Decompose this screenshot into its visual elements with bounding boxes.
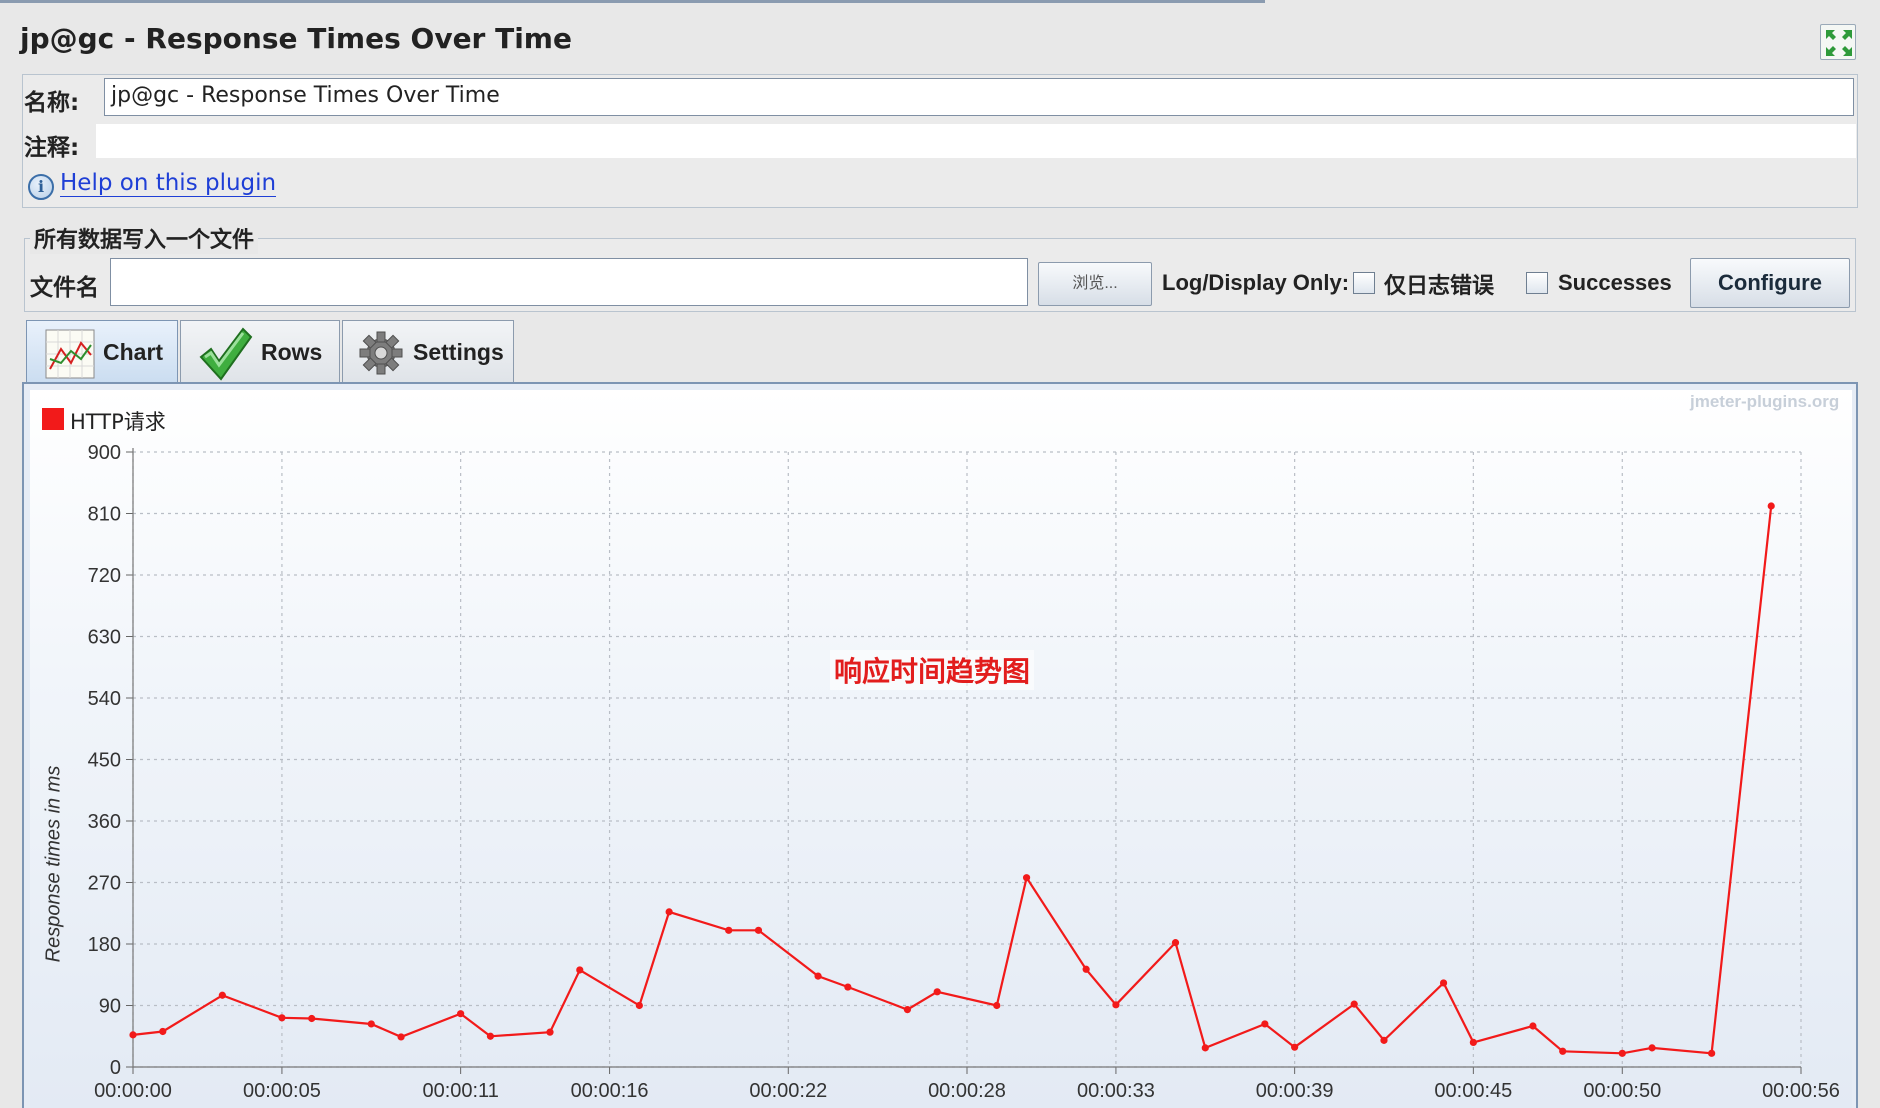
- data-point: [1261, 1020, 1269, 1028]
- y-tick-label: 450: [88, 750, 121, 772]
- x-tick-label: 00:00:22: [749, 1080, 827, 1102]
- x-tick-label: 00:00:56: [1762, 1080, 1840, 1102]
- data-point: [218, 991, 226, 999]
- y-tick-label: 360: [88, 811, 121, 833]
- data-point: [993, 1001, 1001, 1010]
- data-point: [1648, 1044, 1656, 1052]
- data-point: [397, 1033, 405, 1041]
- y-tick-label: 900: [88, 442, 121, 464]
- data-point: [576, 966, 584, 974]
- y-tick-label: 720: [88, 565, 121, 587]
- y-tick-label: 90: [99, 996, 121, 1018]
- x-tick-label: 00:00:05: [243, 1080, 321, 1102]
- data-point: [814, 972, 822, 980]
- data-point: [367, 1020, 375, 1028]
- y-tick-label: 540: [88, 688, 121, 710]
- x-tick-label: 00:00:33: [1077, 1080, 1155, 1102]
- data-point: [1171, 939, 1180, 947]
- y-tick-label: 810: [88, 504, 121, 526]
- data-point: [754, 926, 763, 934]
- data-point: [1767, 502, 1775, 510]
- data-point: [159, 1027, 167, 1036]
- data-point: [903, 1006, 912, 1014]
- data-point: [1529, 1022, 1537, 1030]
- x-tick-label: 00:00:00: [94, 1080, 172, 1102]
- series-line: [132, 505, 1773, 1055]
- data-point: [1618, 1049, 1626, 1057]
- data-point: [1559, 1047, 1567, 1055]
- chart-annotation: 响应时间趋势图: [830, 650, 1035, 690]
- x-tick-label: 00:00:11: [422, 1080, 498, 1102]
- x-tick-label: 00:00:50: [1583, 1080, 1661, 1102]
- x-tick-label: 00:00:16: [571, 1080, 649, 1102]
- data-point: [457, 1010, 465, 1018]
- y-tick-label: 630: [88, 627, 121, 649]
- data-point: [308, 1014, 316, 1023]
- data-point: [1291, 1043, 1299, 1051]
- data-point: [278, 1014, 286, 1022]
- y-tick-label: 270: [88, 873, 121, 895]
- x-tick-label: 00:00:28: [928, 1080, 1006, 1102]
- data-point: [1350, 1000, 1358, 1008]
- data-point: [1380, 1036, 1388, 1044]
- y-tick-label: 180: [88, 934, 121, 956]
- data-point: [1082, 965, 1090, 973]
- data-point: [1469, 1038, 1477, 1046]
- data-point: [546, 1028, 554, 1036]
- x-tick-label: 00:00:39: [1256, 1080, 1334, 1102]
- data-point: [486, 1032, 495, 1040]
- data-point: [635, 1001, 643, 1010]
- data-point: [933, 988, 941, 996]
- data-point: [1022, 874, 1031, 882]
- data-point: [1112, 1001, 1120, 1009]
- y-tick-label: 0: [110, 1057, 121, 1079]
- data-point: [665, 908, 673, 916]
- data-point: [725, 926, 733, 934]
- data-point: [1708, 1049, 1716, 1057]
- data-point: [1439, 979, 1448, 987]
- data-point: [129, 1031, 137, 1039]
- response-time-chart: 0 90 180 270 360 450 540 630 720 810 900 00:00:00 00…: [88, 442, 1840, 1102]
- data-point: [1201, 1044, 1209, 1052]
- x-tick-label: 00:00:45: [1434, 1080, 1512, 1102]
- data-point: [844, 983, 852, 991]
